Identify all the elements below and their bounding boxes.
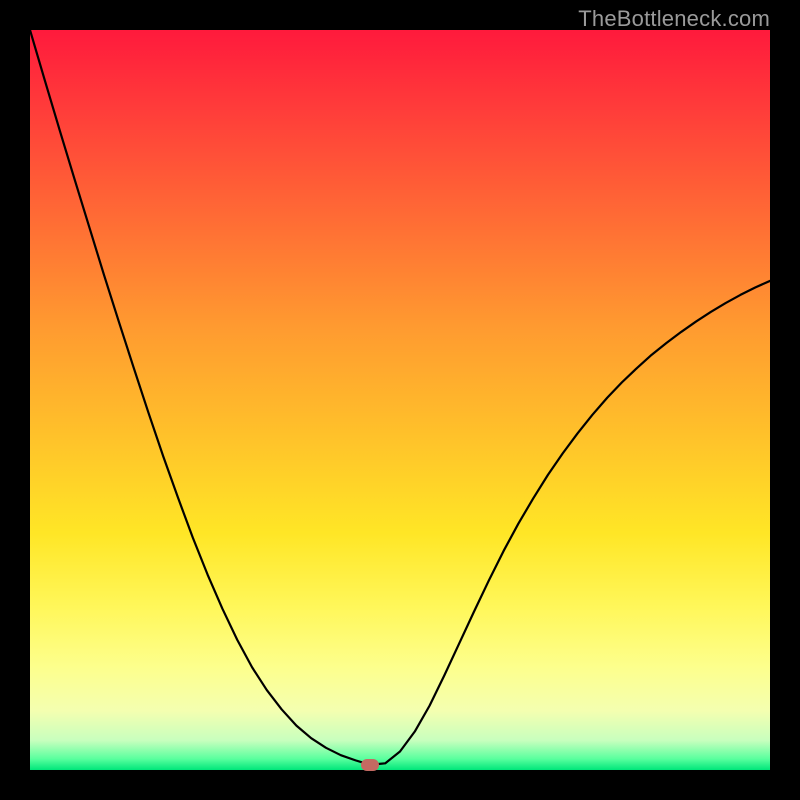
watermark-text: TheBottleneck.com [578,6,770,32]
bottleneck-curve [30,30,770,770]
plot-area [30,30,770,770]
minimum-marker [361,759,379,771]
